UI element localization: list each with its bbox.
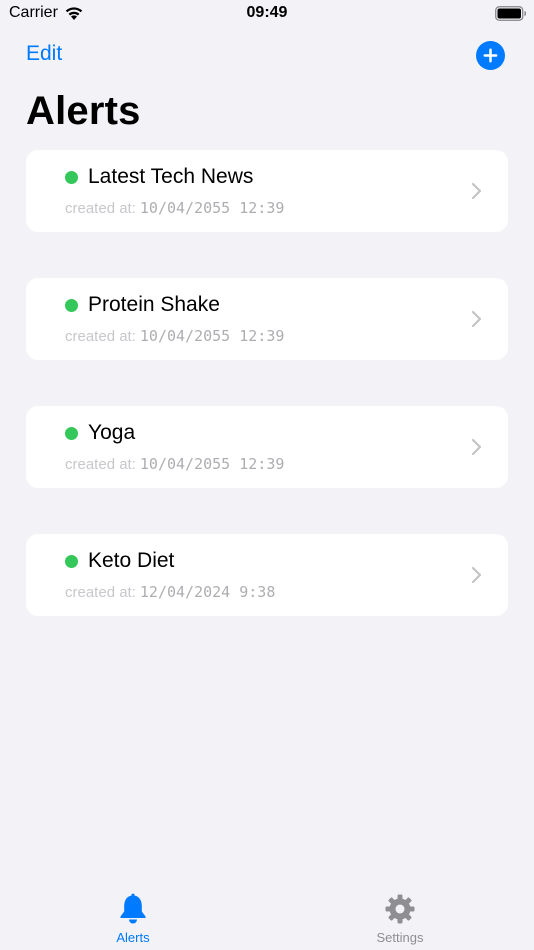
alert-title: Protein Shake <box>88 293 220 316</box>
gear-icon <box>385 894 415 924</box>
created-value: 10/04/2055 12:39 <box>139 455 285 473</box>
status-dot <box>65 427 78 440</box>
alert-title: Latest Tech News <box>88 165 254 188</box>
created-label: created at: <box>65 456 136 473</box>
tab-settings[interactable]: Settings <box>340 892 460 945</box>
created-value: 12/04/2024 9:38 <box>139 583 276 601</box>
battery-icon <box>495 6 527 21</box>
created-label: created at: <box>65 328 136 345</box>
chevron-right-icon <box>471 182 482 200</box>
clock-time: 09:49 <box>246 4 288 21</box>
alert-title: Yoga <box>88 421 136 444</box>
alert-card[interactable]: Latest Tech News created at: 10/04/2055 1… <box>26 150 508 232</box>
created-row: created at: 10/04/2055 12:39 <box>65 455 284 474</box>
alert-card[interactable]: Protein Shake created at: 10/04/2055 12:3… <box>26 278 508 360</box>
alert-title: Keto Diet <box>88 549 175 572</box>
created-value: 10/04/2055 12:39 <box>139 199 285 217</box>
bell-icon <box>120 893 146 924</box>
chevron-right-icon <box>471 566 482 584</box>
page-title: Alerts <box>26 89 141 133</box>
edit-button[interactable]: Edit <box>26 42 62 66</box>
alert-card[interactable]: Yoga created at: 10/04/2055 12:39 <box>26 406 508 488</box>
tab-label: Settings <box>376 930 424 945</box>
status-dot <box>65 555 78 568</box>
alert-card[interactable]: Keto Diet created at: 12/04/2024 9:38 <box>26 534 508 616</box>
created-value: 10/04/2055 12:39 <box>139 327 285 345</box>
created-label: created at: <box>65 200 136 217</box>
status-dot <box>65 299 78 312</box>
created-row: created at: 10/04/2055 12:39 <box>65 199 284 218</box>
chevron-right-icon <box>471 310 482 328</box>
created-label: created at: <box>65 584 136 601</box>
status-dot <box>65 171 78 184</box>
created-row: created at: 10/04/2055 12:39 <box>65 327 284 346</box>
alerts-list: Latest Tech News created at: 10/04/2055 1… <box>26 150 508 662</box>
tab-bar: Alerts Settings <box>0 880 534 950</box>
status-bar: Carrier 09:49 <box>0 0 534 28</box>
chevron-right-icon <box>471 438 482 456</box>
plus-circle-icon <box>483 48 498 63</box>
tab-alerts[interactable]: Alerts <box>73 892 193 945</box>
tab-label: Alerts <box>116 930 150 945</box>
add-alert-button[interactable] <box>476 41 505 70</box>
created-row: created at: 12/04/2024 9:38 <box>65 583 275 602</box>
